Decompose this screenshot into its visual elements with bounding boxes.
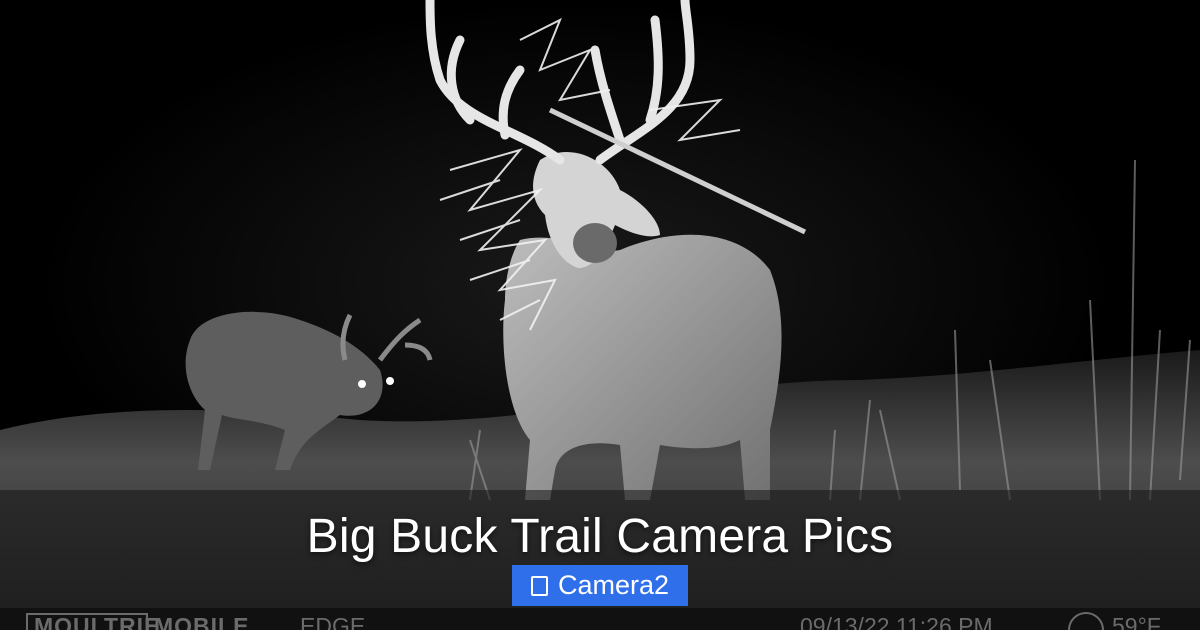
camera-info-strip: MOULTRIE MOBILE EDGE 09/13/22 11:26 PM 5… (0, 608, 1200, 630)
datetime-label: 09/13/22 11:26 PM (800, 613, 993, 630)
folder-icon (530, 575, 548, 596)
model-label: EDGE (300, 613, 366, 630)
category-label: Camera2 (557, 570, 670, 600)
brand-logo-outline (26, 613, 148, 630)
category-badge[interactable]: Camera2 (512, 565, 688, 606)
page-title: Big Buck Trail Camera Pics (306, 510, 894, 563)
product-label: MOBILE (154, 613, 250, 630)
thumbnail-frame: Big Buck Trail Camera Pics Camera2 MOULT… (0, 0, 1200, 630)
temperature-label: 59°F (1112, 613, 1161, 630)
